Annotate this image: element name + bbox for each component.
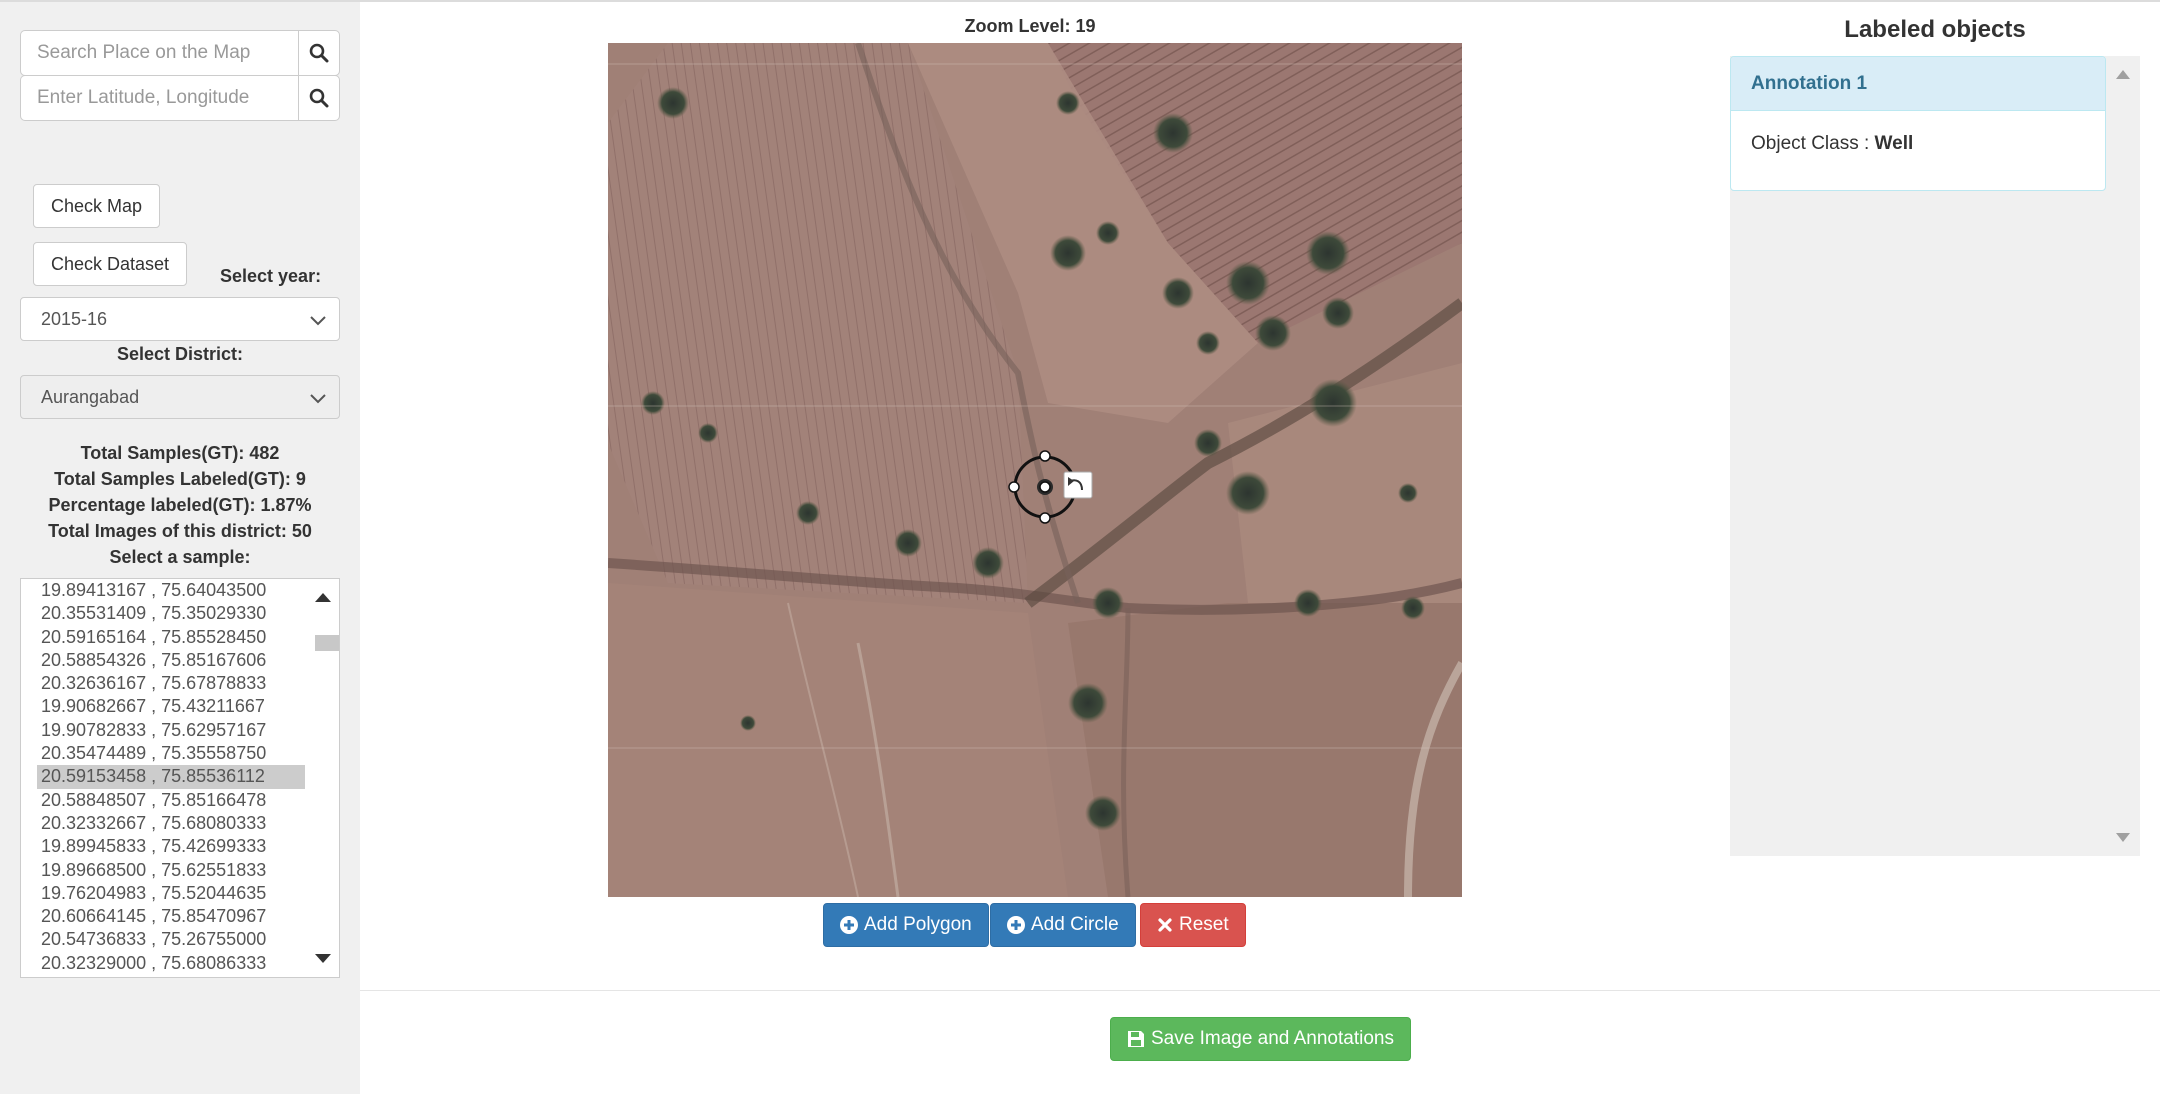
object-class-value: Well (1874, 133, 1914, 154)
annotation-body: Object Class : Well (1731, 111, 2105, 177)
scroll-up-arrow-icon[interactable] (315, 593, 331, 602)
sample-list-item[interactable]: 19.90782833 , 75.62957167 (37, 719, 307, 742)
year-select[interactable]: 2015-16 (20, 297, 340, 341)
select-district-label: Select District: (116, 344, 244, 364)
zoom-level-label: Zoom Level: 19 (964, 16, 1096, 36)
search-place-button[interactable] (298, 30, 340, 76)
chevron-down-icon (310, 394, 326, 404)
sample-list-item[interactable]: 20.59165164 , 75.85528450 (37, 626, 307, 649)
search-latlng-group (20, 75, 340, 121)
save-button[interactable]: Save Image and Annotations (1110, 1017, 1411, 1061)
total-labeled-stat: Total Samples Labeled(GT): 9 (54, 469, 306, 489)
search-icon (309, 88, 329, 108)
annotation-heading: Annotation 1 (1731, 57, 2105, 111)
check-map-button[interactable]: Check Map (33, 184, 161, 228)
sample-list-scrollbar[interactable] (305, 579, 339, 977)
stats-block: Total Samples(GT): 482 Total Samples Lab… (0, 440, 360, 570)
add-polygon-label: Add Polygon (864, 914, 972, 935)
scroll-down-arrow-icon[interactable] (315, 954, 331, 963)
annotation-panel[interactable]: Annotation 1 Object Class : Well (1730, 56, 2106, 191)
search-icon (309, 43, 329, 63)
search-place-input[interactable] (20, 30, 298, 76)
sidebar: Check Map Check Dataset Select year: 201… (0, 2, 360, 1094)
reset-button[interactable]: Reset (1140, 903, 1246, 947)
add-polygon-button[interactable]: Add Polygon (823, 903, 989, 947)
save-label: Save Image and Annotations (1151, 1028, 1394, 1049)
year-select-value: 2015-16 (41, 308, 108, 329)
satellite-map[interactable] (608, 43, 1462, 897)
sample-list-item[interactable]: 20.54736833 , 75.26755000 (37, 928, 307, 951)
scroll-down-arrow-icon[interactable] (2116, 833, 2130, 842)
sample-list-item[interactable]: 19.89668500 , 75.62551833 (37, 859, 307, 882)
add-circle-label: Add Circle (1031, 914, 1119, 935)
sample-list[interactable]: 19.89413167 , 75.64043500 20.35531409 , 7… (20, 578, 340, 978)
total-samples-stat: Total Samples(GT): 482 (80, 443, 280, 463)
scroll-thumb[interactable] (315, 635, 339, 651)
sample-list-item[interactable]: 20.58848507 , 75.85166478 (37, 789, 307, 812)
save-icon (1128, 1031, 1144, 1047)
check-dataset-button[interactable]: Check Dataset (33, 242, 188, 286)
sample-list-item[interactable]: 20.32332667 , 75.68080333 (37, 812, 307, 835)
plus-circle-icon (1007, 916, 1025, 934)
sample-list-item[interactable]: 20.35474489 , 75.35558750 (37, 742, 307, 765)
sample-list-item[interactable]: 20.60664145 , 75.85470967 (37, 905, 307, 928)
latlng-input[interactable] (20, 75, 298, 121)
close-icon (1158, 918, 1172, 932)
labeled-objects-title: Labeled objects (1844, 16, 2026, 43)
add-circle-button[interactable]: Add Circle (990, 903, 1136, 947)
satellite-imagery (608, 43, 1462, 897)
sample-list-item[interactable]: 19.89413167 , 75.64043500 (37, 579, 307, 602)
sample-list-item[interactable]: 20.32329000 , 75.68086333 (37, 952, 307, 975)
sample-list-item[interactable]: 19.90682667 , 75.43211667 (37, 695, 307, 718)
search-latlng-button[interactable] (298, 75, 340, 121)
district-select[interactable]: Aurangabad (20, 375, 340, 419)
plus-circle-icon (840, 916, 858, 934)
sample-list-item[interactable]: 20.58854326 , 75.85167606 (37, 649, 307, 672)
total-images-stat: Total Images of this district: 50 (48, 521, 312, 541)
percentage-labeled-stat: Percentage labeled(GT): 1.87% (48, 495, 312, 515)
annotations-list[interactable]: Annotation 1 Object Class : Well (1730, 56, 2140, 856)
footer-divider (360, 990, 2160, 991)
search-place-group (20, 30, 340, 76)
scroll-up-arrow-icon[interactable] (2116, 70, 2130, 79)
sample-list-item[interactable]: 20.32636167 , 75.67878833 (37, 672, 307, 695)
object-class-label: Object Class : (1751, 133, 1870, 154)
sample-list-item[interactable]: 19.76204983 , 75.52044635 (37, 882, 307, 905)
sample-list-item[interactable]: 19.89945833 , 75.42699333 (37, 835, 307, 858)
sample-rows: 19.89413167 , 75.64043500 20.35531409 , 7… (37, 579, 307, 975)
select-year-label: Select year: (220, 266, 322, 286)
chevron-down-icon (310, 316, 326, 326)
reset-label: Reset (1179, 914, 1229, 935)
sample-list-item[interactable]: 20.59153458 , 75.85536112 (37, 765, 307, 789)
sample-list-item[interactable]: 20.35531409 , 75.35029330 (37, 602, 307, 625)
select-sample-label: Select a sample: (109, 547, 251, 567)
district-select-value: Aurangabad (41, 386, 140, 407)
undo-edit-icon[interactable] (1063, 471, 1093, 499)
